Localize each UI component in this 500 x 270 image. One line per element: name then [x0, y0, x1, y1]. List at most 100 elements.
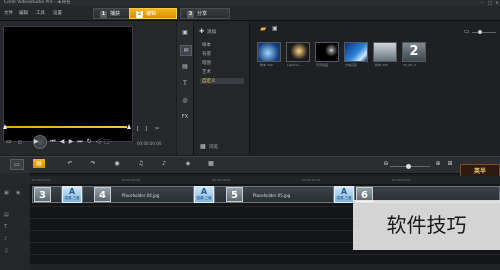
transition-clip[interactable]: A 溶调-三维: [334, 186, 354, 203]
browse-button[interactable]: 浏览: [209, 144, 218, 150]
gallery-thumb-label: SP_2D_V: [403, 63, 416, 67]
timeline-scrollbar[interactable]: [30, 264, 500, 270]
mark-out-button[interactable]: ]: [145, 126, 147, 132]
previous-frame-icon[interactable]: ◀: [59, 139, 65, 145]
category-item-art[interactable]: 艺术: [202, 69, 211, 75]
menu-file[interactable]: 文件: [4, 10, 13, 16]
title-icon[interactable]: T: [180, 79, 190, 88]
split-clip-icon[interactable]: ✂: [155, 126, 159, 132]
transition-glyph: A: [200, 187, 208, 196]
timeline-ruler[interactable]: [30, 176, 500, 184]
next-frame-icon[interactable]: ▶: [68, 139, 74, 145]
ruler-tick: 00:00:05:00: [122, 178, 141, 182]
timecode-display[interactable]: 00:00:00:00: [137, 141, 161, 146]
browse-icon[interactable]: ▦: [200, 143, 206, 150]
gallery-thumb[interactable]: 2: [402, 42, 426, 62]
transition-label: 溶调-三维: [64, 196, 80, 200]
project-mode-icon[interactable]: ▭: [6, 139, 12, 145]
category-item-dark[interactable]: 暗图: [202, 60, 211, 66]
media-icon[interactable]: ▣: [180, 28, 190, 37]
transition-clip[interactable]: A 溶调-三维: [62, 186, 82, 203]
folder-icon[interactable]: ▰: [260, 24, 266, 33]
mark-in-button[interactable]: [: [137, 126, 139, 132]
ruler-tick: 00:00:00:00: [32, 178, 51, 182]
storyboard-view-button[interactable]: ▭: [10, 159, 24, 170]
gallery-thumb[interactable]: [286, 42, 310, 62]
instant-project-icon[interactable]: ✉: [180, 45, 192, 56]
minimize-icon[interactable]: –: [479, 1, 485, 5]
clip-mode-icon[interactable]: ◫: [17, 139, 23, 145]
redo-icon[interactable]: ↷: [87, 159, 99, 168]
step-label: 分享: [197, 11, 208, 17]
step-share-tab[interactable]: 3 分享: [180, 8, 230, 19]
maximize-icon[interactable]: □: [487, 1, 493, 5]
clip-name: Placeholder 05.jpg: [253, 193, 291, 198]
category-item-custom[interactable]: 自定义: [200, 78, 244, 84]
repeat-icon[interactable]: ↻: [86, 139, 92, 145]
scrub-bar[interactable]: [4, 126, 127, 128]
overlay-track-icon[interactable]: ▤: [4, 212, 9, 218]
subtitle-icon[interactable]: ▦: [205, 159, 217, 168]
step-number: 2: [136, 11, 143, 18]
step-edit-tab[interactable]: 2 编辑: [129, 8, 177, 19]
enlarge-icon[interactable]: ⬚: [104, 139, 110, 145]
undo-icon[interactable]: ↶: [64, 159, 76, 168]
video-track-icon[interactable]: ▣: [4, 190, 9, 196]
gallery-thumb[interactable]: [344, 42, 368, 62]
add-category-button[interactable]: 添加: [207, 29, 216, 35]
filter-icon[interactable]: FX: [180, 113, 190, 122]
step-number: 3: [187, 11, 194, 18]
thumbnail-size-handle[interactable]: [478, 30, 482, 34]
thumbnail-size-icon: ▭: [464, 28, 470, 35]
transition-label: 溶调-三维: [196, 196, 212, 200]
transition-glyph: A: [68, 187, 76, 196]
record-capture-icon[interactable]: ◉: [111, 159, 123, 168]
fit-project-icon[interactable]: ⊞: [444, 159, 456, 168]
end-icon[interactable]: ⏭: [77, 139, 83, 145]
zoom-handle[interactable]: [406, 164, 411, 169]
preview-screen[interactable]: [3, 26, 133, 142]
auto-music-icon[interactable]: ♪: [158, 159, 170, 168]
volume-icon[interactable]: ◁: [95, 139, 101, 145]
step-label: 捕获: [110, 11, 121, 17]
track-divider: [30, 254, 500, 255]
gallery-thumb[interactable]: [257, 42, 281, 62]
clip-name: Placeholder 04.jpg: [122, 193, 160, 198]
gallery-thumb[interactable]: [373, 42, 397, 62]
category-item-background[interactable]: 背景: [202, 51, 211, 57]
ruler-tick: 00:00:20:00: [392, 178, 411, 182]
gallery-thumb[interactable]: [315, 42, 339, 62]
gallery-thumb-label: 样本 VSP: [260, 63, 273, 67]
media-folder-icon[interactable]: ▣: [272, 25, 278, 32]
menu-settings[interactable]: 设置: [53, 10, 62, 16]
transition-clip[interactable]: A 溶调-三维: [194, 186, 214, 203]
clip-number: 3: [34, 187, 51, 202]
menu-and-steps-bar: [0, 6, 500, 21]
transition-glyph: A: [340, 187, 348, 196]
add-icon[interactable]: ✚: [199, 28, 204, 35]
thumbnail-size-slider[interactable]: [472, 32, 496, 33]
gallery-thumb-label: Lightnin...: [287, 63, 302, 67]
track-headers: [0, 173, 31, 270]
gallery-thumb-label: 方块闪亮: [345, 63, 358, 67]
zoom-in-icon[interactable]: ⊕: [432, 159, 444, 168]
graphic-icon[interactable]: ◎: [180, 96, 190, 105]
clip-number: 4: [94, 187, 111, 202]
voice-track-icon[interactable]: ♪: [4, 236, 7, 242]
sound-mixer-icon[interactable]: ♫: [135, 159, 147, 168]
close-icon[interactable]: ×: [494, 1, 500, 5]
menu-edit[interactable]: 编辑: [19, 10, 28, 16]
motion-tracking-icon[interactable]: ◈: [182, 159, 194, 168]
transition-icon[interactable]: ▤: [180, 62, 190, 71]
clip-number: 5: [226, 187, 243, 202]
music-track-icon[interactable]: ♫: [4, 248, 8, 254]
home-icon[interactable]: ⏮: [50, 139, 56, 145]
transition-label: 溶调-三维: [336, 196, 352, 200]
title-track-icon[interactable]: T: [4, 224, 7, 230]
play-button[interactable]: ▶: [33, 135, 47, 149]
timeline-view-button[interactable]: ▤: [33, 159, 45, 168]
track-visibility-icon[interactable]: ◉: [16, 190, 20, 196]
category-item-sample[interactable]: 样本: [202, 42, 211, 48]
ruler-tick: 00:00:10:00: [212, 178, 231, 182]
menu-tools[interactable]: 工具: [36, 10, 45, 16]
